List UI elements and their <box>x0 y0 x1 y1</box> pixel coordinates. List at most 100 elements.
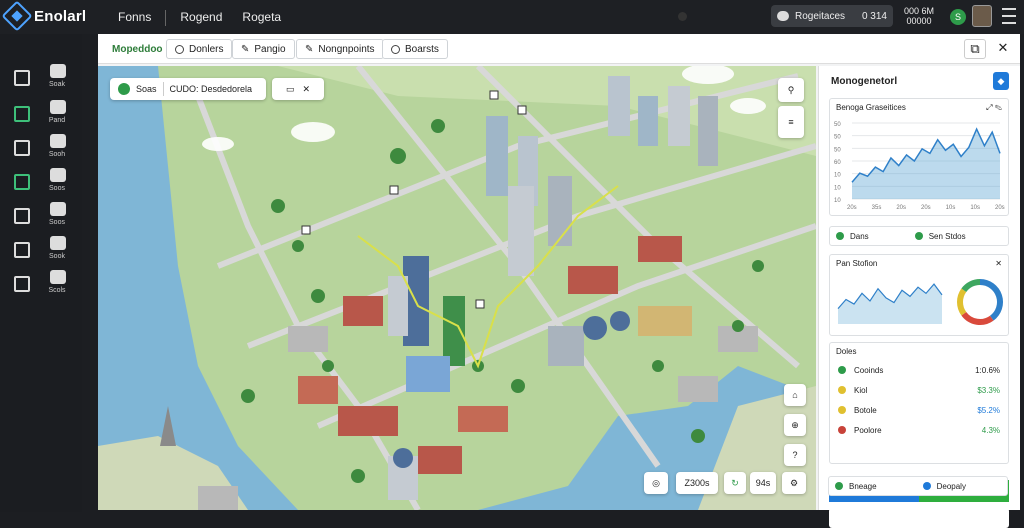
close-icon[interactable]: ✕ <box>995 259 1002 268</box>
donut-segment <box>961 311 994 325</box>
chart-icon <box>14 106 30 122</box>
tree <box>732 320 744 332</box>
close-icon[interactable]: ✕ <box>992 39 1014 59</box>
tower-building <box>486 116 508 196</box>
rail-item-folder[interactable]: Soos <box>10 202 74 232</box>
refresh-icon[interactable]: ↻ <box>724 472 746 494</box>
donut-segment <box>979 279 1003 321</box>
tree <box>511 379 525 393</box>
legend-label: Dans <box>850 231 869 241</box>
metric-dot <box>838 366 846 374</box>
tower-building <box>608 76 630 136</box>
file-icon <box>14 70 30 86</box>
left-rail: Soak Pand Sooh Soos Soos Sook Scols <box>0 34 82 512</box>
settings-icon[interactable]: ⚙ <box>782 472 806 494</box>
house-building <box>198 486 238 510</box>
map-view[interactable]: Soas CUDO: Desdedorela ▭ ✕ ⚲ ≡ ⌂ ⊕ ? ◎ Z… <box>98 66 816 510</box>
avatar[interactable] <box>972 5 992 27</box>
metric-value: 4.3% <box>981 425 1000 435</box>
house-building <box>638 236 682 262</box>
analytics-panel: Monogenetorl ◆ Benoga Graseitices ⤢ ✎ 50… <box>818 66 1020 528</box>
restore-window-button[interactable]: ⧉ <box>964 39 986 59</box>
rail-sub-icon <box>50 202 66 216</box>
walk-icon[interactable]: ⚲ <box>778 78 804 102</box>
project-selector[interactable]: Rogeitaces 0 314 <box>771 5 893 27</box>
expand-icon[interactable]: ⤢ ✎ <box>986 103 1002 113</box>
map-search-label[interactable]: CUDO: Desdedorela <box>170 84 253 94</box>
house-building <box>298 376 338 404</box>
legend-dot <box>922 482 931 490</box>
app-logo[interactable]: Enolarl <box>1 0 86 32</box>
tree <box>292 240 304 252</box>
help-icon[interactable]: ? <box>784 444 806 466</box>
hamburger-menu-icon[interactable] <box>1002 8 1016 24</box>
rail-label: Soos <box>49 219 65 226</box>
chat-icon[interactable]: ▭ <box>286 84 295 95</box>
rail-item-layout[interactable]: Sooh <box>10 134 74 164</box>
pin-icon[interactable]: ◆ <box>993 72 1009 90</box>
legend-label: Deopaly <box>936 481 966 491</box>
metrics-card: Doles Cooinds 1:0.6% Kiol $3.3% Botole $… <box>829 342 1009 464</box>
user-status-badge[interactable]: S <box>950 9 966 25</box>
x-tick-label: 20s <box>995 205 1005 211</box>
rail-sub-icon <box>50 100 66 114</box>
top-nav: Fonns Rogend Rogeta <box>108 10 291 26</box>
tab-mopeddoo[interactable]: Mopeddoo <box>104 39 174 59</box>
nav-item-rogend[interactable]: Rogend <box>170 10 232 26</box>
status-readout: 000 6M 00000 <box>904 6 934 26</box>
pencil-icon: ✎ <box>241 43 250 55</box>
compass-icon[interactable]: ⊕ <box>784 414 806 436</box>
filter-divider <box>162 82 164 96</box>
legend-dot <box>835 482 843 490</box>
donut-segment <box>961 279 981 293</box>
house-building <box>678 376 718 402</box>
tab-nongnpoints[interactable]: ✎ Nongnpoints <box>296 39 384 59</box>
rail-item-map[interactable]: Soos <box>10 168 74 198</box>
dome-building <box>393 448 413 468</box>
pencil-icon: ✎ <box>305 43 314 55</box>
house-building <box>288 326 328 352</box>
locate-icon[interactable]: ◎ <box>644 472 668 494</box>
layout-icon <box>14 140 30 156</box>
cloud <box>202 137 234 151</box>
rail-label: Pand <box>48 117 66 124</box>
tab-label: Donlers <box>189 43 224 55</box>
diamond-logo-icon <box>1 0 33 32</box>
home-icon[interactable]: ⌂ <box>784 384 806 406</box>
layers-icon[interactable]: ≡ <box>778 106 804 138</box>
check-circle-icon[interactable] <box>118 83 130 95</box>
cloud-icon <box>777 11 789 21</box>
nav-item-fonns[interactable]: Fonns <box>108 10 161 26</box>
tab-pangio[interactable]: ✎ Pangio <box>232 39 295 59</box>
tab-donlers[interactable]: Donlers <box>166 39 233 59</box>
chart-title: Benoga Graseitices <box>836 103 906 112</box>
x-tick-label: 10s <box>946 205 956 211</box>
x-tick-label: 20s <box>896 205 906 211</box>
area-chart: 50 50 50 60 10 10 10 20s 35s 20s 20s 10s 10s 20s <box>834 122 1005 211</box>
rail-item-box[interactable]: Scols <box>10 270 74 300</box>
tree <box>351 469 365 483</box>
rail-label: Sooh <box>48 151 66 158</box>
city-map[interactable] <box>98 66 816 510</box>
activity-dot <box>678 12 687 21</box>
status-line-2: 00000 <box>906 16 932 26</box>
metric-value: 1:0.6% <box>975 365 1000 375</box>
tab-boarsts[interactable]: Boarsts <box>382 39 448 59</box>
rail-item-file[interactable]: Soak <box>10 64 74 94</box>
rail-sub-icon <box>50 236 66 250</box>
tree <box>241 389 255 403</box>
tree <box>322 360 334 372</box>
tab-bar: Mopeddoo Donlers ✎ Pangio ✎ Nongnpoints … <box>98 34 1020 64</box>
toggle-label[interactable]: Soas <box>136 84 157 94</box>
nav-item-rogeta[interactable]: Rogeta <box>232 10 291 26</box>
tree <box>752 260 764 272</box>
tab-label: Boarsts <box>405 43 439 55</box>
chart-title: Pan Stofion <box>836 259 878 268</box>
rail-item-chart[interactable]: Pand <box>10 100 74 130</box>
station-chart-card: Pan Stofion ✕ <box>829 254 1009 336</box>
cursor-icon[interactable]: ✕ <box>302 84 310 95</box>
tower-building <box>638 96 658 146</box>
y-tick-label: 50 <box>834 135 841 141</box>
rail-item-list[interactable]: Sook <box>10 236 74 266</box>
dome-building <box>583 316 607 340</box>
